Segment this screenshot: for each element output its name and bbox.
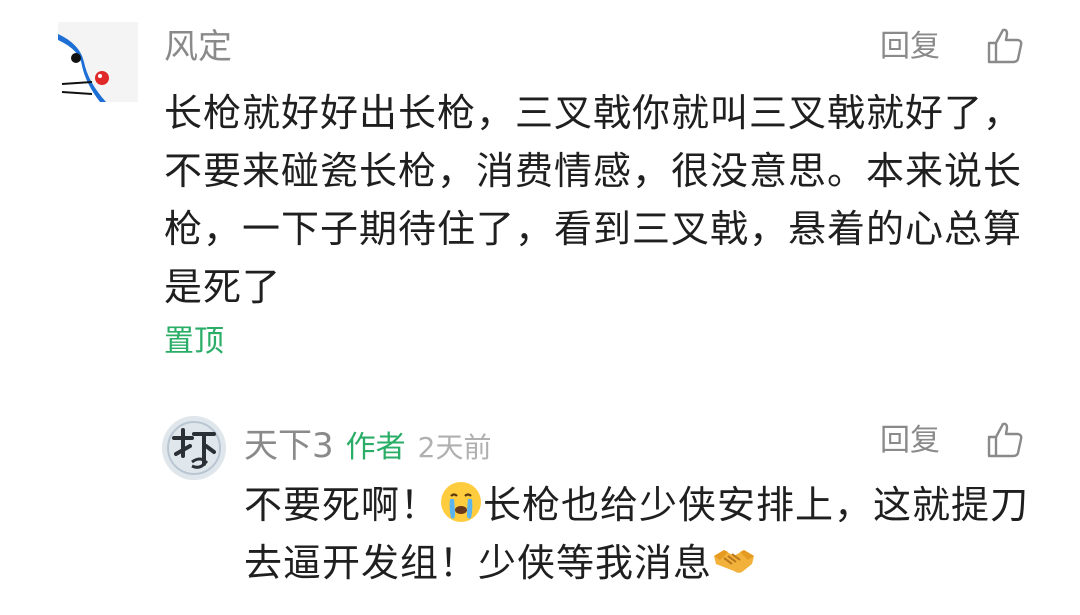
avatar[interactable] <box>58 22 138 102</box>
reply-meta: 天下3 作者 2天前 <box>244 418 492 467</box>
thumbs-up-icon <box>987 28 1023 64</box>
thumbs-up-icon <box>987 422 1023 458</box>
author-badge: 作者 <box>345 430 406 465</box>
like-button[interactable] <box>985 420 1025 460</box>
comment-item: 风定 回复 长枪就好好出长枪，三叉戟你就叫三叉戟就好了，不要来碰瓷长枪，消费情感… <box>0 0 1080 390</box>
like-button[interactable] <box>985 26 1025 66</box>
reply-avatar[interactable] <box>162 416 226 480</box>
reply-button[interactable]: 回复 <box>880 420 940 462</box>
reply-button[interactable]: 回复 <box>880 26 940 68</box>
crying-face-icon <box>439 480 483 524</box>
reply-item: 天下3 作者 2天前 回复 不要死啊！ 长枪也给少侠安排上，这就提刀去逼开发组！… <box>0 400 1080 615</box>
reply-text-part1: 不要死啊！ <box>244 483 440 527</box>
comment-author-name[interactable]: 风定 <box>164 24 232 70</box>
comment-text: 长枪就好好出长枪，三叉戟你就叫三叉戟就好了，不要来碰瓷长枪，消费情感，很没意思。… <box>164 91 1023 309</box>
doraemon-avatar-icon <box>58 22 138 102</box>
reply-timestamp: 2天前 <box>417 431 492 464</box>
handshake-icon <box>712 538 756 582</box>
pinned-label: 置顶 <box>164 324 224 359</box>
tianxia-logo-icon <box>162 416 226 480</box>
reply-text: 不要死啊！ 长枪也给少侠安排上，这就提刀去逼开发组！少侠等我消息 <box>244 476 1034 592</box>
reply-author-name[interactable]: 天下3 <box>244 418 334 467</box>
